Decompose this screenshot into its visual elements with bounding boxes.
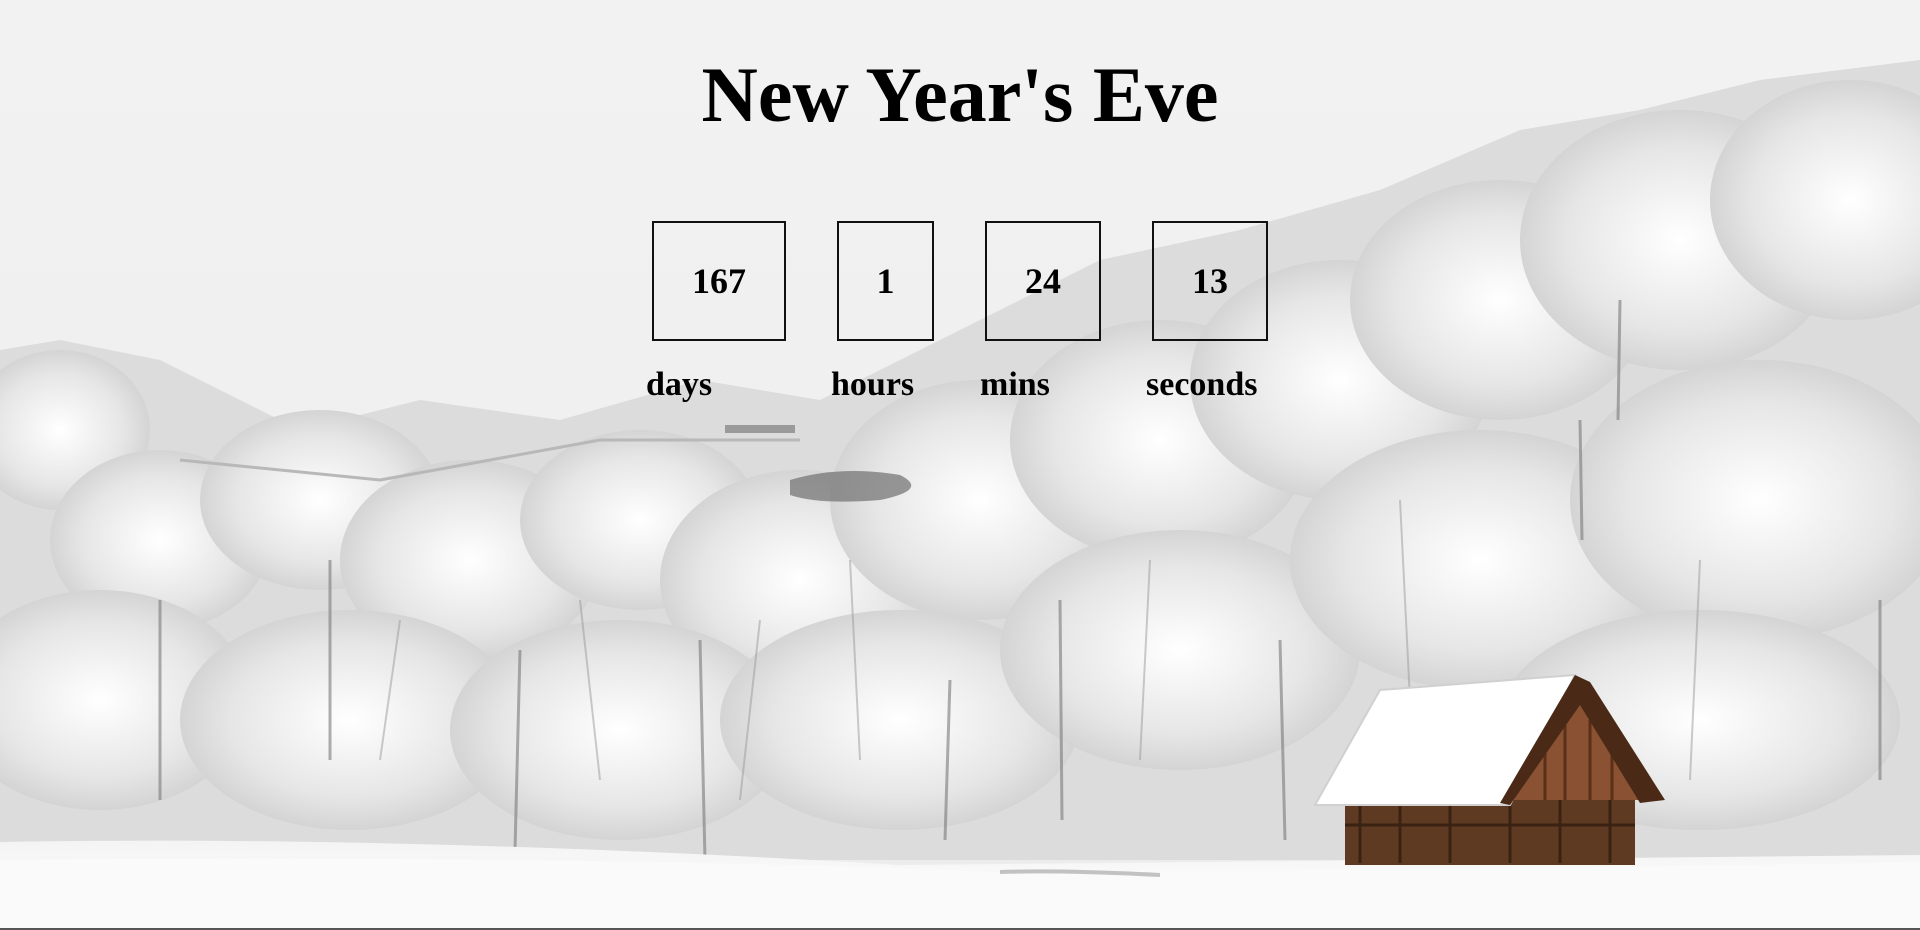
page-title: New Year's Eve bbox=[701, 51, 1219, 138]
mins-label: mins bbox=[980, 366, 1050, 403]
hours-counter-box: 1 bbox=[837, 221, 934, 341]
days-label: days bbox=[646, 366, 713, 403]
seconds-counter-box: 13 bbox=[1152, 221, 1268, 341]
hours-value: 1 bbox=[876, 261, 895, 301]
seconds-value: 13 bbox=[1192, 261, 1228, 301]
seconds-label: seconds bbox=[1146, 366, 1258, 403]
days-value: 167 bbox=[692, 261, 746, 301]
mins-counter-box: 24 bbox=[985, 221, 1101, 341]
mins-value: 24 bbox=[1025, 261, 1061, 301]
days-counter-box: 167 bbox=[652, 221, 786, 341]
hours-label: hours bbox=[831, 366, 915, 403]
